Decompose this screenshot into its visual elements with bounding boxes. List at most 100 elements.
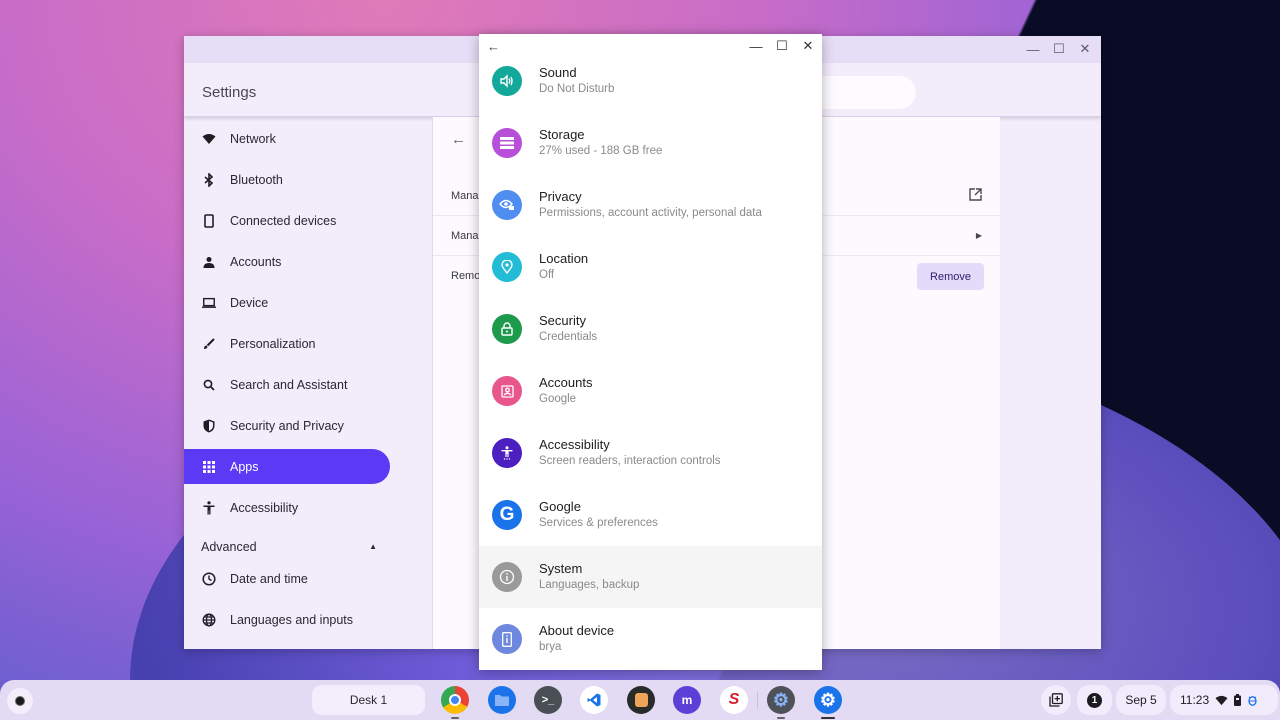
android-item-storage[interactable]: Storage 27% used - 188 GB free — [479, 112, 822, 174]
external-link-icon[interactable] — [969, 187, 982, 204]
android-item-sound[interactable]: Sound Do Not Disturb — [479, 50, 822, 112]
sidebar-item-label: Personalization — [230, 336, 316, 351]
chrome-app-icon[interactable] — [441, 686, 469, 719]
item-subtitle: 27% used - 188 GB free — [539, 145, 663, 157]
vscode-app-icon[interactable] — [580, 686, 608, 714]
android-item-system[interactable]: System Languages, backup — [479, 546, 822, 608]
advanced-section-toggle[interactable]: Advanced ▲ — [201, 540, 377, 554]
sidebar-item-label: Apps — [230, 459, 259, 474]
sidebar-item-label: Languages and inputs — [230, 612, 354, 627]
notification-badge: 1 — [1087, 692, 1102, 708]
arrow-right-icon: ▶ — [975, 231, 982, 240]
item-title: Location — [539, 251, 589, 266]
android-item-privacy[interactable]: Privacy Permissions, account activity, p… — [479, 174, 822, 236]
system-tray-button[interactable]: 11:23 — [1170, 685, 1278, 715]
accessibility-icon — [202, 500, 216, 515]
clock-icon — [202, 571, 216, 586]
mastodon-app-icon[interactable]: m — [673, 686, 701, 714]
android-item-accessibility[interactable]: Accessibility Screen readers, interactio… — [479, 422, 822, 484]
files-app-icon[interactable] — [488, 686, 516, 714]
device-info-icon — [492, 624, 522, 654]
remove-button[interactable]: Remove — [917, 263, 984, 290]
minimize-button[interactable]: — — [1027, 42, 1040, 57]
maximize-button[interactable]: ☐ — [1053, 41, 1065, 56]
account-box-icon — [492, 376, 522, 406]
google-g-icon: G — [492, 500, 522, 530]
sidebar-item-accessibility[interactable]: Accessibility — [184, 490, 390, 525]
android-settings-window: ← — ☐ ✕ Sound Do Not Disturb Storage 27%… — [479, 34, 822, 670]
row-label: Remo — [451, 270, 481, 282]
sidebar-item-languages-and-inputs[interactable]: Languages and inputs — [184, 602, 390, 637]
notification-counter-button[interactable]: 1 — [1077, 685, 1112, 715]
sidebar-item-accounts[interactable]: Accounts — [184, 244, 390, 279]
advanced-label: Advanced — [201, 540, 257, 554]
sidebar-item-network[interactable]: Network — [184, 121, 390, 156]
android-item-security[interactable]: Security Credentials — [479, 298, 822, 360]
item-subtitle: Off — [539, 269, 555, 281]
sidebar-item-label: Connected devices — [230, 213, 337, 228]
battery-icon — [1234, 694, 1242, 706]
sidebar-item-date-and-time[interactable]: Date and time — [184, 561, 390, 596]
volume-icon — [492, 66, 522, 96]
window-controls: — ☐ ✕ — [1027, 41, 1091, 57]
clipboard-tray-icon — [1049, 693, 1063, 707]
lock-icon — [492, 314, 522, 344]
person-icon — [202, 255, 216, 269]
item-title: Privacy — [539, 189, 582, 204]
sidebar-item-search-and-assistant[interactable]: Search and Assistant — [184, 367, 390, 402]
info-icon — [492, 562, 522, 592]
sidebar-item-security-and-privacy[interactable]: Security and Privacy — [184, 408, 390, 443]
wifi-icon — [202, 132, 216, 146]
settings-gray-app-icon[interactable]: ⚙ — [767, 686, 795, 719]
item-subtitle: Google — [539, 393, 577, 405]
item-title: Google — [539, 499, 581, 514]
terminal-app-icon[interactable]: >_ — [534, 686, 562, 714]
sidebar-item-label: Search and Assistant — [230, 377, 348, 392]
sidebar-item-connected-devices[interactable]: Connected devices — [184, 203, 390, 238]
holding-space-button[interactable] — [1041, 685, 1071, 715]
back-arrow-icon[interactable]: ← — [451, 131, 466, 148]
storage-icon — [492, 128, 522, 158]
sidebar-item-label: Accounts — [230, 254, 282, 269]
search-icon — [202, 378, 216, 392]
orange-app-icon[interactable] — [627, 686, 655, 714]
item-subtitle: Permissions, account activity, personal … — [539, 207, 762, 219]
sidebar-item-label: Date and time — [230, 571, 308, 586]
android-item-google[interactable]: G Google Services & preferences — [479, 484, 822, 546]
item-title: About device — [539, 623, 615, 638]
sidebar-item-label: Device — [230, 295, 269, 310]
android-item-location[interactable]: Location Off — [479, 236, 822, 298]
sidebar-item-label: Network — [230, 131, 276, 146]
sidebar-item-bluetooth[interactable]: Bluetooth — [184, 162, 390, 197]
sidebar-item-apps[interactable]: Apps — [184, 449, 390, 484]
sidebar-item-label: Accessibility — [230, 500, 299, 515]
item-subtitle: Languages, backup — [539, 579, 640, 591]
page-title: Settings — [202, 84, 257, 101]
android-item-accounts[interactable]: Accounts Google — [479, 360, 822, 422]
item-title: Accessibility — [539, 437, 610, 452]
apps-grid-icon — [202, 460, 216, 474]
sidebar-item-label: Bluetooth — [230, 172, 283, 187]
sidebar: Network Bluetooth Connected devices Acco… — [184, 117, 432, 649]
s-app-icon[interactable]: S — [720, 686, 748, 714]
bluetooth-icon — [202, 172, 216, 187]
launcher-button[interactable] — [7, 688, 33, 714]
item-title: Security — [539, 313, 586, 328]
shelf: Desk 1 >_ m S ⚙ ⚙ 1 Sep 5 11:23 — [0, 680, 1280, 720]
settings-blue-app-icon[interactable]: ⚙ — [814, 686, 842, 719]
location-pin-icon — [492, 252, 522, 282]
sidebar-item-device[interactable]: Device — [184, 285, 390, 320]
item-subtitle: Screen readers, interaction controls — [539, 455, 721, 467]
android-item-about-device[interactable]: About device brya — [479, 608, 822, 670]
item-title: Accounts — [539, 375, 593, 390]
item-title: Storage — [539, 127, 585, 142]
desk-button[interactable]: Desk 1 — [312, 685, 425, 715]
shelf-separator — [757, 692, 758, 709]
item-subtitle: brya — [539, 641, 562, 653]
clock-time: 11:23 — [1180, 693, 1210, 707]
bug-icon — [1248, 696, 1257, 706]
accessibility-icon — [492, 438, 522, 468]
close-button[interactable]: ✕ — [1079, 41, 1091, 56]
date-button[interactable]: Sep 5 — [1116, 685, 1166, 715]
sidebar-item-personalization[interactable]: Personalization — [184, 326, 390, 361]
